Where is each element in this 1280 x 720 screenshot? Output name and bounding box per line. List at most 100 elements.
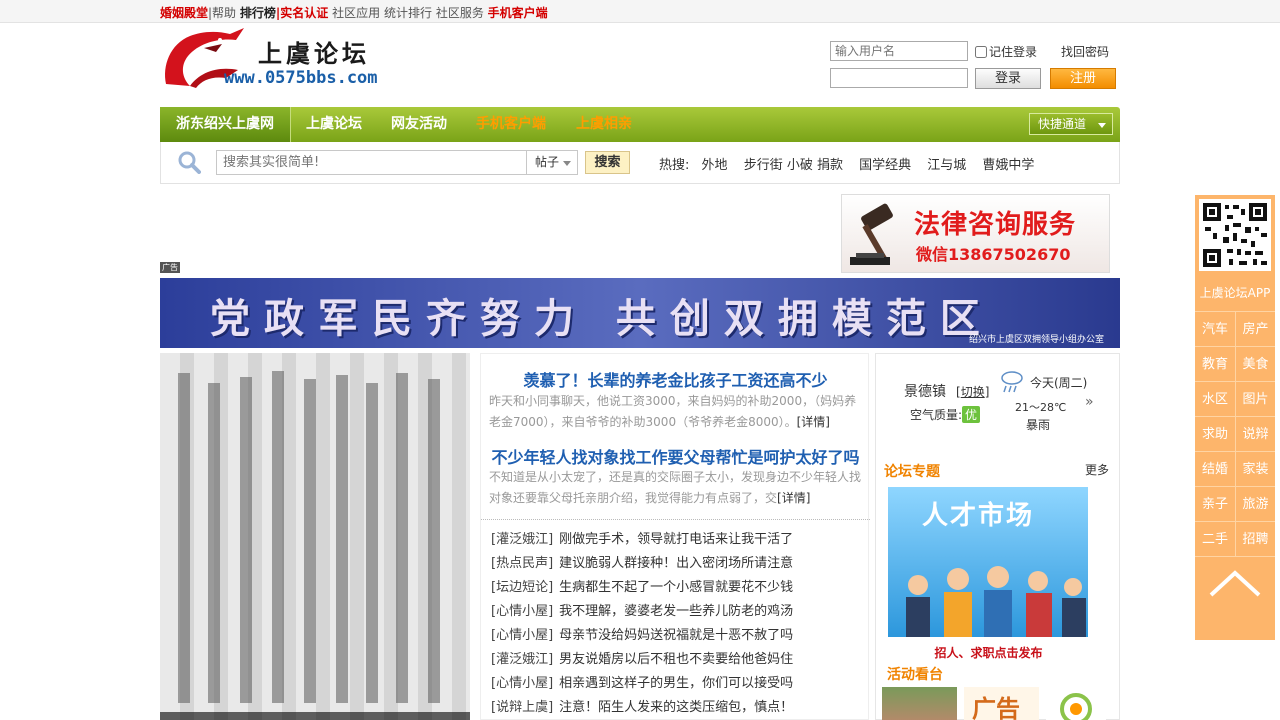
post-category[interactable]: [灌泛娥江]	[491, 532, 553, 547]
top-link-ranking[interactable]: 排行榜	[240, 6, 276, 20]
sidebar-item-help[interactable]: 求助	[1195, 416, 1235, 451]
sidebar-item-water[interactable]: 水区	[1195, 381, 1235, 416]
search-type-select[interactable]: 帖子	[527, 150, 578, 175]
top-link-mobile[interactable]: 手机客户端	[488, 6, 548, 20]
sidebar-item-education[interactable]: 教育	[1195, 346, 1235, 381]
top-link-apps[interactable]: 社区应用	[332, 6, 380, 20]
law-consult-ad[interactable]: 法律咨询服务 微信13867502670	[841, 194, 1110, 273]
sidebar-item-photos[interactable]: 图片	[1235, 381, 1275, 416]
activity-ad[interactable]: 广告	[964, 687, 1039, 720]
weather-desc: 暴雨	[1026, 418, 1051, 432]
app-label[interactable]: 上虞论坛APP	[1195, 284, 1275, 301]
list-item[interactable]: [热点民声] 建议脆弱人群接种！出入密闭场所请注意	[491, 552, 866, 576]
top-link-marriage[interactable]: 婚姻殿堂	[160, 6, 208, 20]
activity-logo[interactable]	[1046, 687, 1106, 720]
username-input[interactable]	[830, 41, 968, 61]
sidebar-item-decor[interactable]: 家装	[1235, 451, 1275, 486]
headline-more-link[interactable]: [详情]	[797, 415, 830, 429]
list-item[interactable]: [心情小屋] 相亲遇到这样子的男生，你们可以接受吗	[491, 672, 866, 696]
sidebar-item-car[interactable]: 汽车	[1195, 311, 1235, 346]
topics-more-link[interactable]: 更多	[1085, 461, 1109, 478]
weather-switch-link[interactable]: [切换]	[956, 383, 989, 400]
top-link-realname[interactable]: |实名认证	[276, 6, 328, 20]
sidebar-item-travel[interactable]: 旅游	[1235, 486, 1275, 521]
list-item[interactable]: [心情小屋] 母亲节没给妈妈送祝福就是十恶不赦了吗	[491, 624, 866, 648]
post-title[interactable]: 生病都生不起了一个小感冒就要花不少钱	[559, 580, 793, 595]
sidebar-item-wedding[interactable]: 结婚	[1195, 451, 1235, 486]
nav-item-mobile[interactable]: 手机客户端	[461, 107, 561, 142]
logo-title: 上虞论坛	[258, 39, 370, 68]
hot-keyword[interactable]: 步行街 小破 捐款	[744, 158, 843, 173]
search-icon	[178, 151, 201, 174]
headline-title[interactable]: 羡慕了！长辈的养老金比孩子工资还高不少	[481, 367, 870, 391]
nav-item-activities[interactable]: 网友活动	[377, 107, 461, 142]
banner-ad[interactable]: 党政军民齐努力 共创双拥模范区 绍兴市上虞区双拥领导小组办公室	[160, 278, 1120, 348]
top-bar: 婚姻殿堂|帮助 排行榜|实名认证 社区应用 统计排行 社区服务 手机客户端	[0, 0, 1280, 23]
login-button[interactable]: 登录	[975, 68, 1041, 89]
hot-keyword[interactable]: 曹娥中学	[982, 158, 1034, 173]
post-category[interactable]: [灌泛娥江]	[491, 652, 553, 667]
password-input[interactable]	[830, 68, 968, 88]
sidebar-item-secondhand[interactable]: 二手	[1195, 521, 1235, 556]
nav-item-forum[interactable]: 上虞论坛	[291, 107, 377, 142]
top-link-services[interactable]: 社区服务	[436, 6, 484, 20]
list-item[interactable]: [灌泛娥江] 男友说婚房以后不租也不卖要给他爸妈住	[491, 648, 866, 672]
post-category[interactable]: [心情小屋]	[491, 628, 553, 643]
talent-market-caption[interactable]: 招人、求职点击发布	[876, 644, 1101, 661]
search-input[interactable]	[216, 150, 527, 175]
hot-keyword[interactable]: 外地	[702, 158, 728, 173]
post-category[interactable]: [心情小屋]	[491, 676, 553, 691]
post-title[interactable]: 男友说婚房以后不租也不卖要给他爸妈住	[559, 652, 793, 667]
hot-search-label: 热搜:	[659, 158, 690, 173]
featured-photo[interactable]	[160, 353, 470, 720]
top-link-stats[interactable]: 统计排行	[384, 6, 432, 20]
air-quality-badge: 优	[962, 406, 981, 423]
list-item[interactable]: [说辩上虞] 注意！陌生人发来的这类压缩包，慎点！	[491, 696, 866, 720]
post-category[interactable]: [说辩上虞]	[491, 700, 553, 715]
list-item[interactable]: [灌泛娥江] 刚做完手术，领导就打电话来让我干活了	[491, 528, 866, 552]
post-category[interactable]: [热点民声]	[491, 556, 553, 571]
quick-channel-dropdown[interactable]: 快捷通道	[1029, 113, 1113, 135]
post-title[interactable]: 母亲节没给妈妈送祝福就是十恶不赦了吗	[559, 628, 793, 643]
rain-cloud-icon	[1001, 371, 1023, 393]
talent-market-title: 人才市场	[922, 501, 1035, 531]
weather-switch-label: 切换	[960, 385, 985, 399]
post-title[interactable]: 注意！陌生人发来的这类压缩包，慎点！	[559, 700, 793, 715]
headline-title[interactable]: 不少年轻人找对象找工作要父母帮忙是呵护太好了吗	[481, 444, 870, 468]
sidebar-item-parenting[interactable]: 亲子	[1195, 486, 1235, 521]
post-category[interactable]: [坛边短论]	[491, 580, 553, 595]
hot-keyword[interactable]: 国学经典	[859, 158, 911, 173]
list-item[interactable]: [心情小屋] 我不理解，婆婆老发一些养儿防老的鸡汤	[491, 600, 866, 624]
find-password-link[interactable]: 找回密码	[1061, 43, 1109, 60]
sidebar-item-house[interactable]: 房产	[1235, 311, 1275, 346]
post-title[interactable]: 相亲遇到这样子的男生，你们可以接受吗	[559, 676, 793, 691]
remember-checkbox[interactable]	[975, 46, 987, 58]
remember-login[interactable]: 记住登录	[975, 43, 1037, 60]
talent-market-banner[interactable]: 人才市场	[888, 487, 1088, 637]
list-item[interactable]: [坛边短论] 生病都生不起了一个小感冒就要花不少钱	[491, 576, 866, 600]
search-bar: 帖子 搜索 热搜: 外地 步行街 小破 捐款 国学经典 江与城 曹娥中学	[160, 142, 1120, 184]
sidebar-item-jobs[interactable]: 招聘	[1235, 521, 1275, 556]
post-title[interactable]: 刚做完手术，领导就打电话来让我干活了	[559, 532, 793, 547]
sidebar-item-food[interactable]: 美食	[1235, 346, 1275, 381]
post-title[interactable]: 建议脆弱人群接种！出入密闭场所请注意	[559, 556, 793, 571]
nav-item-home[interactable]: 浙东绍兴上虞网	[160, 107, 291, 142]
register-button[interactable]: 注册	[1050, 68, 1116, 89]
search-button[interactable]: 搜索	[585, 151, 630, 174]
site-logo[interactable]: 上虞论坛 www.0575bbs.com	[160, 26, 390, 92]
hot-keyword[interactable]: 江与城	[927, 158, 966, 173]
people-illustration-icon	[906, 566, 1086, 637]
post-title[interactable]: 我不理解，婆婆老发一些养儿防老的鸡汤	[559, 604, 793, 619]
top-link-help[interactable]: |帮助	[208, 6, 236, 20]
sidebar-item-debate[interactable]: 说辩	[1235, 416, 1275, 451]
nav-item-dating[interactable]: 上虞相亲	[561, 107, 647, 142]
chevron-right-icon[interactable]: »	[1085, 394, 1094, 410]
remember-label: 记住登录	[989, 45, 1038, 59]
activity-thumbnail[interactable]	[882, 687, 957, 720]
hot-search: 热搜: 外地 步行街 小破 捐款 国学经典 江与城 曹娥中学	[659, 154, 1046, 173]
headline-summary: 不知道是从小太宠了，还是真的交际圈子太小，发现身边不少年轻人找对象还要靠父母托亲…	[489, 467, 861, 509]
headline-more-link[interactable]: [详情]	[777, 491, 810, 505]
back-to-top-button[interactable]	[1195, 556, 1275, 640]
post-category[interactable]: [心情小屋]	[491, 604, 553, 619]
banner-subtext: 绍兴市上虞区双拥领导小组办公室	[968, 335, 1104, 345]
